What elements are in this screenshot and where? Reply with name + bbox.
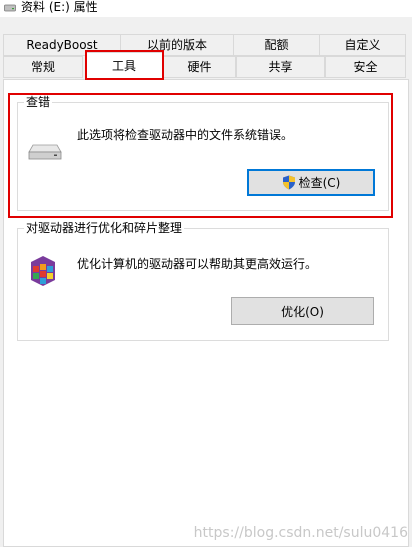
tab-label: 工具 (111, 59, 136, 73)
tab-customize[interactable]: 自定义 (319, 34, 406, 56)
drive-title-icon (4, 4, 16, 12)
tab-label: 自定义 (344, 38, 381, 52)
check-button[interactable]: 检查(C) (247, 169, 375, 196)
tab-label: ReadyBoost (26, 38, 98, 52)
window-title: 资料 (E:) 属性 (21, 0, 98, 14)
optimize-description: 优化计算机的驱动器可以帮助其更高效运行。 (77, 257, 318, 271)
watermark: https://blog.csdn.net/sulu0416 (193, 525, 408, 541)
optimize-button[interactable]: 优化(O) (231, 297, 374, 325)
tab-label: 硬件 (187, 60, 212, 74)
tab-label: 配额 (264, 38, 289, 52)
tab-label: 常规 (30, 60, 55, 74)
tab-security[interactable]: 安全 (325, 56, 406, 78)
title-bar: 资料 (E:) 属性 (0, 0, 412, 17)
tab-quota[interactable]: 配额 (233, 34, 320, 56)
tab-label: 安全 (353, 60, 378, 74)
tab-tools[interactable]: 工具 (85, 52, 163, 80)
error-check-description: 此选项将检查驱动器中的文件系统错误。 (77, 128, 294, 142)
tab-general[interactable]: 常规 (3, 56, 83, 78)
tab-sharing[interactable]: 共享 (236, 56, 325, 78)
tab-label: 共享 (268, 60, 293, 74)
tab-label: 以前的版本 (146, 38, 207, 52)
drive-icon (28, 144, 62, 160)
optimize-button-label: 优化(O) (281, 304, 324, 319)
optimize-title: 对驱动器进行优化和碎片整理 (24, 221, 185, 235)
uac-shield-icon (282, 175, 295, 190)
tab-hardware[interactable]: 硬件 (163, 56, 236, 78)
defrag-icon (31, 256, 55, 286)
error-check-title: 查错 (24, 95, 53, 109)
check-button-label: 检查(C) (298, 176, 341, 190)
